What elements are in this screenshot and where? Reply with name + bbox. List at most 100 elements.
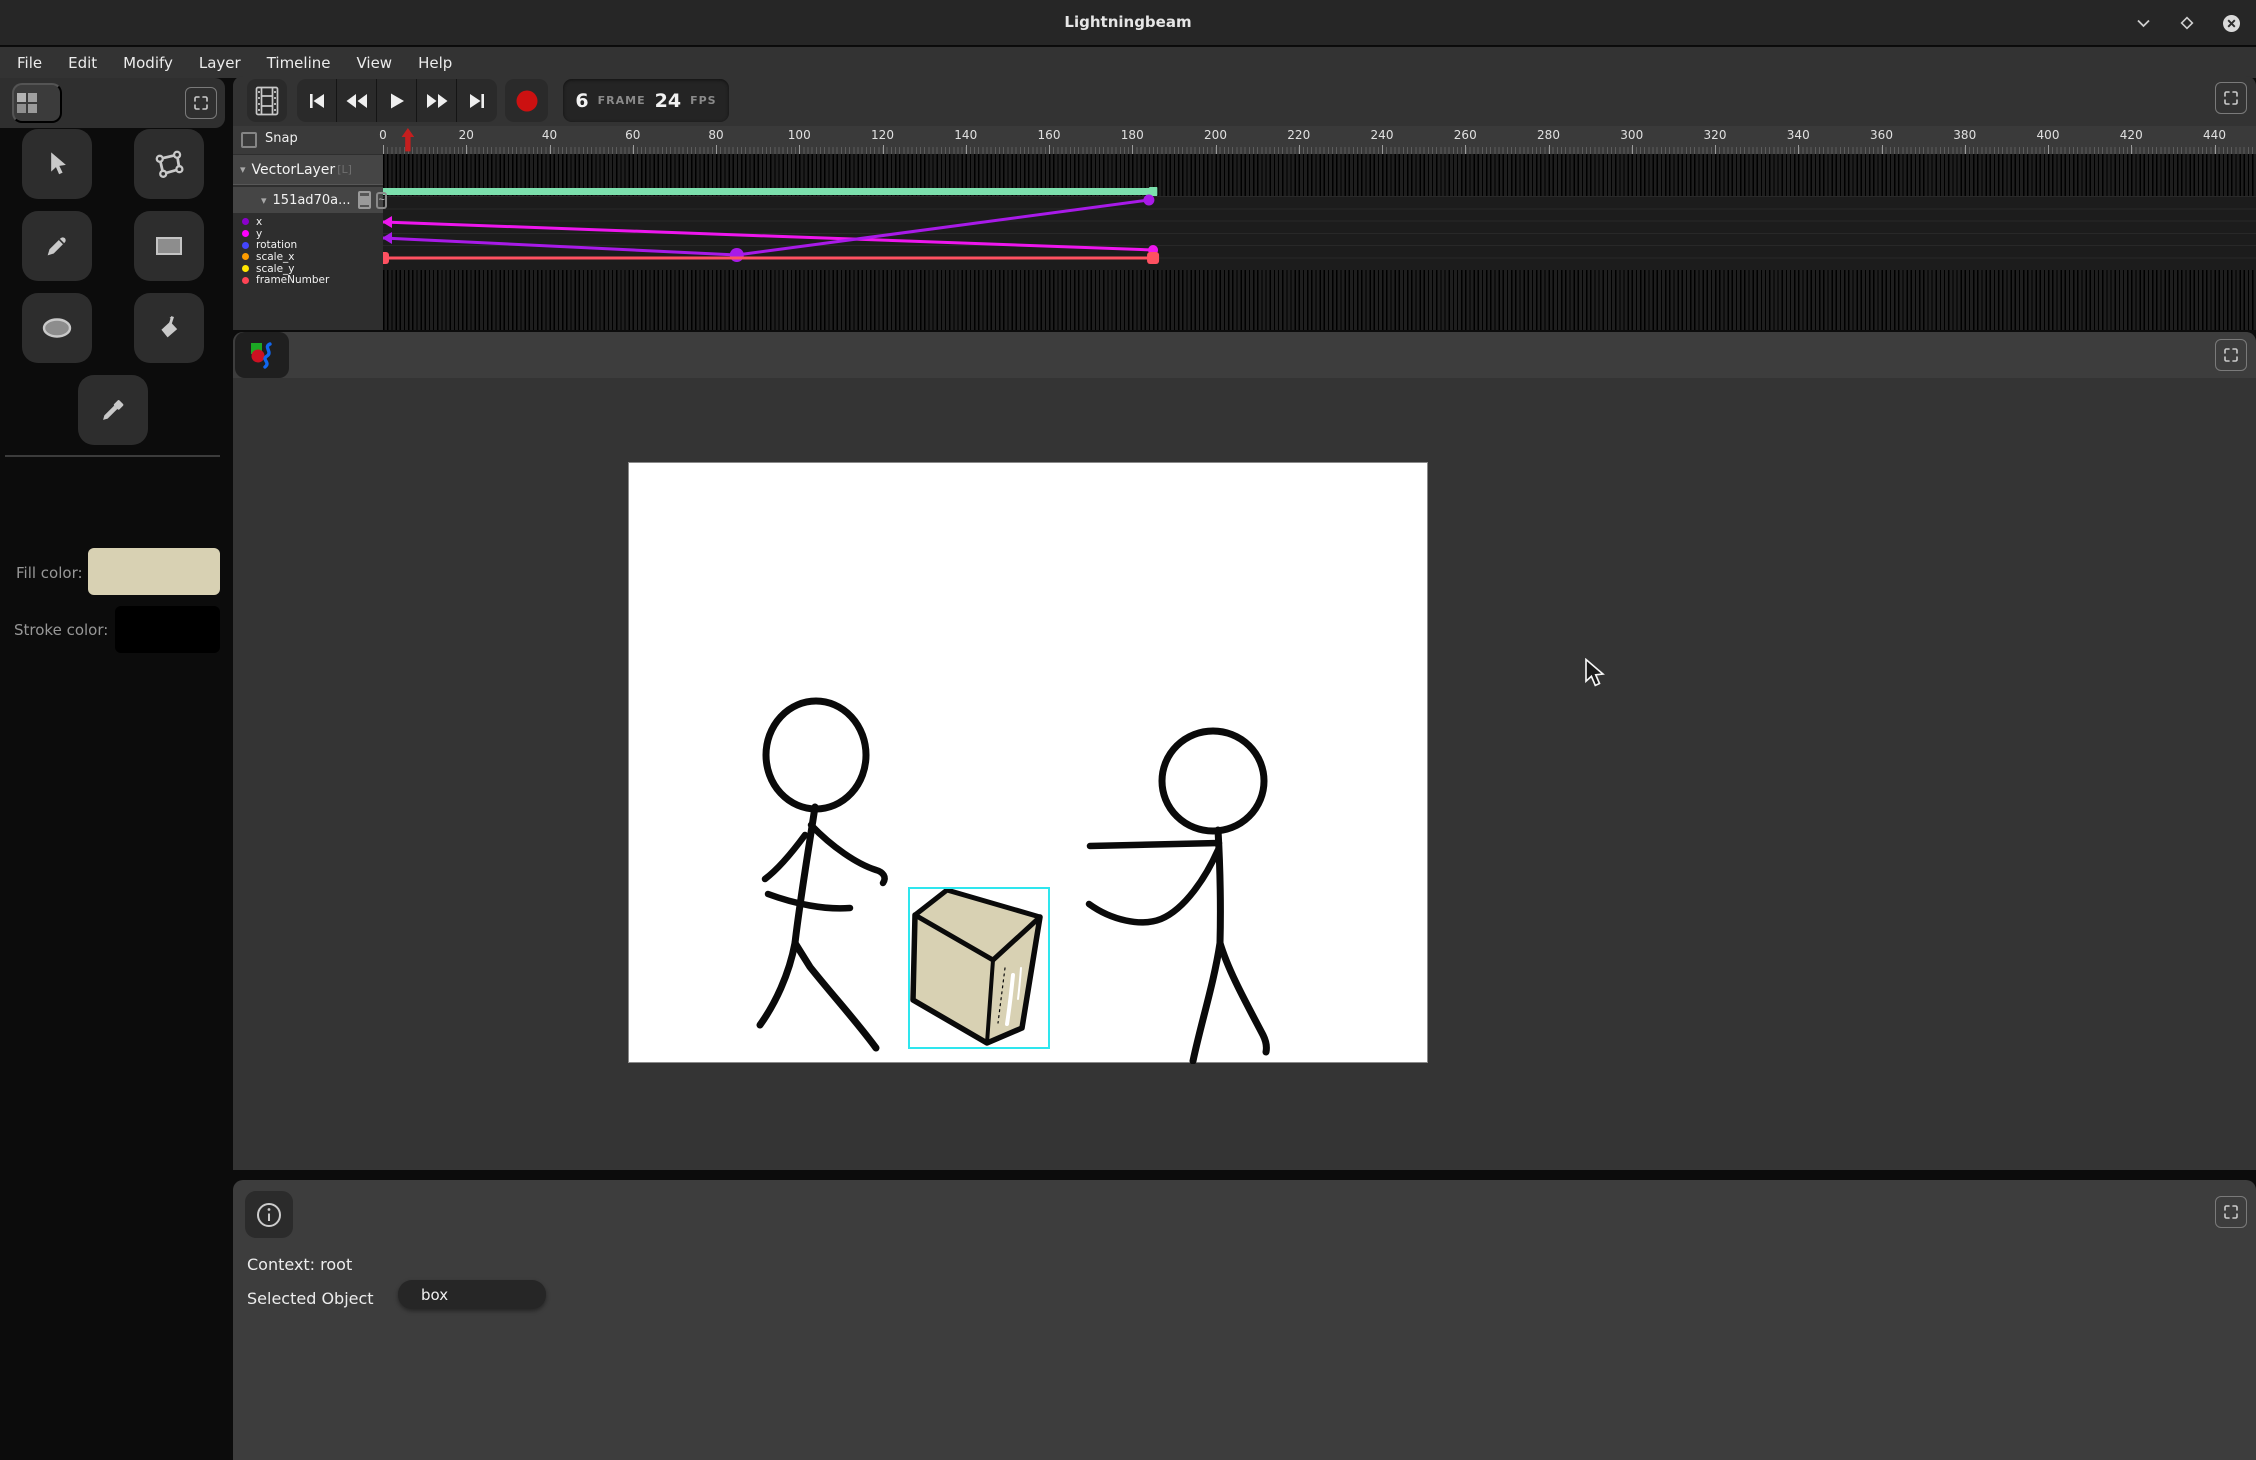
ruler-tick xyxy=(1549,145,1550,154)
property-color-dot xyxy=(242,230,249,237)
property-row-rotation[interactable]: rotation xyxy=(233,239,383,251)
ruler-label-320: 320 xyxy=(1704,128,1727,142)
timeline-header: 6 FRAME 24 FPS xyxy=(233,76,2256,126)
ruler-minor-ticks xyxy=(383,147,2256,154)
timeline-ruler[interactable]: Snap 02040608010012014016018020022024026… xyxy=(233,126,2256,154)
keyframe-square[interactable] xyxy=(1147,252,1159,264)
collapse-triangle-icon[interactable]: ▾ xyxy=(240,163,246,176)
canvas-panel xyxy=(233,332,2256,1170)
ruler-label-240: 240 xyxy=(1371,128,1394,142)
skip-end-button[interactable] xyxy=(457,79,497,122)
fps-label: FPS xyxy=(690,94,717,107)
ruler-tick xyxy=(2048,145,2049,154)
ruler-label-260: 260 xyxy=(1454,128,1477,142)
context-text: Context: root xyxy=(247,1255,352,1274)
pencil-tool-button[interactable] xyxy=(22,211,92,281)
keyframe-toggle-button[interactable] xyxy=(358,191,371,209)
curve-y[interactable] xyxy=(383,222,1153,250)
menu-item-timeline[interactable]: Timeline xyxy=(254,50,344,76)
info-icon[interactable] xyxy=(245,1191,293,1238)
film-icon[interactable] xyxy=(247,79,287,122)
fill-color-swatch[interactable] xyxy=(88,548,220,595)
maximize-button[interactable] xyxy=(2176,12,2198,34)
close-button[interactable] xyxy=(2220,12,2242,34)
property-row-scale_x[interactable]: scale_x xyxy=(233,251,383,263)
ruler-tick xyxy=(550,145,551,154)
menu-item-modify[interactable]: Modify xyxy=(110,50,186,76)
rectangle-icon xyxy=(154,234,184,258)
layer-name[interactable]: VectorLayer xyxy=(252,162,336,178)
vector-shapes-icon[interactable] xyxy=(235,332,289,378)
panel-grid-button[interactable] xyxy=(12,83,62,123)
ruler-tick xyxy=(799,145,800,154)
ruler-label-140: 140 xyxy=(954,128,977,142)
menu-item-help[interactable]: Help xyxy=(405,50,465,76)
paint-bucket-tool-button[interactable] xyxy=(134,293,204,363)
stroke-color-swatch[interactable] xyxy=(115,606,220,653)
clip-name[interactable]: 151ad70a... xyxy=(273,193,351,208)
menu-item-view[interactable]: View xyxy=(343,50,405,76)
ellipse-tool-button[interactable] xyxy=(22,293,92,363)
tools-panel-header xyxy=(0,78,225,128)
keyframe-dot[interactable] xyxy=(730,248,744,262)
ruler-label-100: 100 xyxy=(788,128,811,142)
eyedropper-tool-button[interactable] xyxy=(78,375,148,445)
property-row-y[interactable]: y xyxy=(233,228,383,240)
property-row-scale_y[interactable]: scale_y xyxy=(233,263,383,275)
curve-toggle-button[interactable]: ~ xyxy=(376,192,386,209)
ruler-tick xyxy=(716,145,717,154)
curve-clip-span[interactable] xyxy=(383,188,1157,195)
tools-panel: Fill color: Stroke color: xyxy=(0,78,228,1460)
ruler-tick xyxy=(383,145,384,154)
tools-expand-button[interactable] xyxy=(185,87,217,119)
fast-forward-button[interactable] xyxy=(417,79,457,122)
menu-item-file[interactable]: File xyxy=(4,50,55,76)
ruler-label-440: 440 xyxy=(2203,128,2226,142)
rewind-button[interactable] xyxy=(337,79,377,122)
ruler-tick xyxy=(1465,145,1466,154)
keyframe-dot[interactable] xyxy=(1143,195,1154,206)
collapse-triangle-icon[interactable]: ▾ xyxy=(261,194,267,207)
property-row-frameNumber[interactable]: frameNumber xyxy=(233,274,383,286)
fps-value: 24 xyxy=(655,90,681,112)
stroke-color-label: Stroke color: xyxy=(14,621,108,639)
selected-object-label: Selected Object xyxy=(247,1289,374,1308)
timeline-expand-button[interactable] xyxy=(2215,82,2247,114)
info-expand-button[interactable] xyxy=(2215,1196,2247,1228)
property-name: y xyxy=(256,228,262,240)
play-button[interactable] xyxy=(377,79,417,122)
rectangle-tool-button[interactable] xyxy=(134,211,204,281)
minimize-button[interactable] xyxy=(2132,12,2154,34)
layer-row-vectorlayer[interactable]: ▾ VectorLayer [L] xyxy=(233,155,383,185)
property-color-dot xyxy=(242,253,249,260)
record-button[interactable] xyxy=(505,79,548,122)
menu-item-layer[interactable]: Layer xyxy=(186,50,254,76)
app-root: Lightningbeam FileEditModifyLayerTimelin… xyxy=(0,0,2256,1460)
window-controls xyxy=(2132,0,2242,46)
keyframe-curves[interactable] xyxy=(233,154,2256,330)
property-rows: xyrotationscale_xscale_yframeNumber xyxy=(233,216,383,286)
ruler-tick xyxy=(966,145,967,154)
ruler-label-380: 380 xyxy=(1953,128,1976,142)
ruler-label-80: 80 xyxy=(708,128,723,142)
select-tool-button[interactable] xyxy=(22,129,92,199)
skip-start-button[interactable] xyxy=(297,79,337,122)
property-row-x[interactable]: x xyxy=(233,216,383,228)
playhead[interactable] xyxy=(398,128,418,154)
ruler-label-180: 180 xyxy=(1121,128,1144,142)
keyframe-arrow[interactable] xyxy=(382,216,392,228)
frame-label: FRAME xyxy=(598,94,646,107)
canvas-expand-button[interactable] xyxy=(2215,339,2247,371)
menu-item-edit[interactable]: Edit xyxy=(55,50,110,76)
timeline-tracks[interactable]: ▾ VectorLayer [L] ▾ 151ad70a... ~ xyrota… xyxy=(233,154,2256,330)
select-arrow-icon xyxy=(44,150,70,178)
stage[interactable] xyxy=(628,462,1428,1063)
selected-object-value[interactable]: box xyxy=(398,1280,546,1309)
titlebar: Lightningbeam xyxy=(0,0,2256,46)
keyframe-arrow[interactable] xyxy=(382,232,392,244)
window-title: Lightningbeam xyxy=(0,13,2256,31)
layer-row-clip[interactable]: ▾ 151ad70a... ~ xyxy=(233,187,383,213)
snap-checkbox[interactable] xyxy=(241,132,257,148)
transform-tool-button[interactable] xyxy=(134,129,204,199)
transform-icon xyxy=(154,150,184,178)
